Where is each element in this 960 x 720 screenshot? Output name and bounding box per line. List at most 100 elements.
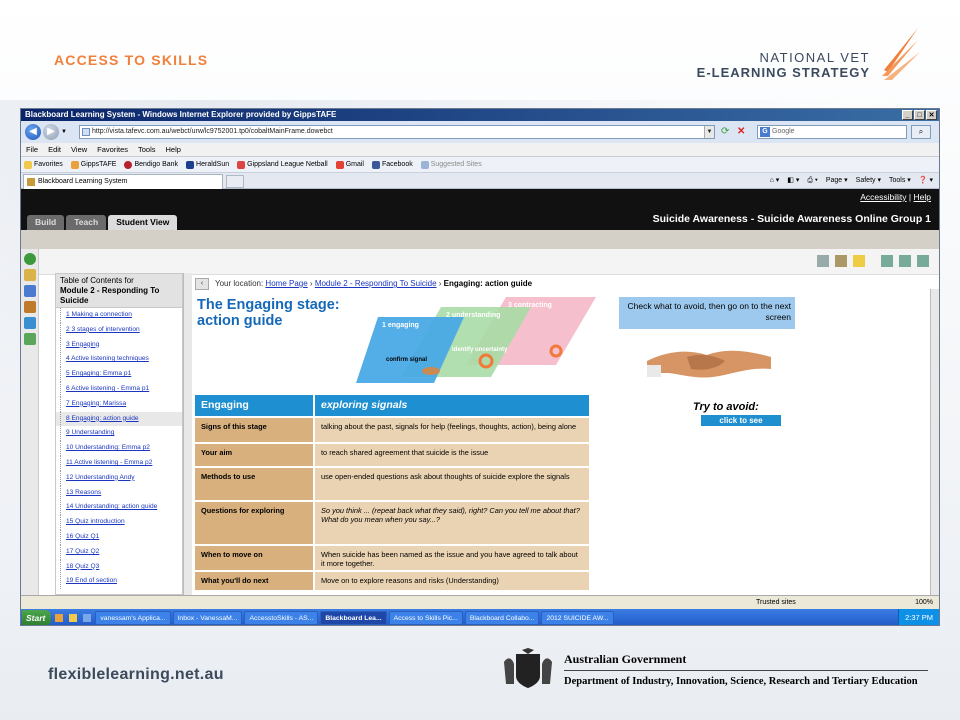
favorites-label: Favorites: [34, 160, 63, 168]
home-icon[interactable]: ⌂ ▾: [770, 175, 780, 187]
nvet-line1: NATIONAL VET: [759, 50, 870, 65]
content-icon[interactable]: [24, 301, 36, 313]
quicklaunch-desktop-icon[interactable]: [83, 614, 92, 622]
search-input[interactable]: G Google: [757, 125, 907, 139]
maximize-button[interactable]: □: [914, 110, 925, 120]
help-link[interactable]: Help: [914, 192, 931, 202]
feeds-icon[interactable]: ◧ ▾: [787, 175, 799, 187]
toc-item[interactable]: 9 Understanding: [56, 426, 182, 442]
toc-item[interactable]: 3 Engaging: [56, 337, 182, 353]
new-tab-button[interactable]: [226, 175, 244, 188]
taskbar-button-active[interactable]: Blackboard Lea...: [320, 611, 387, 625]
suggested-icon: [420, 160, 429, 169]
fav-facebook[interactable]: Facebook: [371, 157, 413, 173]
page-scrollbar[interactable]: [930, 289, 939, 595]
breadcrumb-current: Engaging: action guide: [443, 279, 533, 288]
help-icon[interactable]: ❓ ▾: [919, 175, 933, 187]
toc-scrollbar[interactable]: [183, 273, 192, 595]
fav-gmail[interactable]: Gmail: [335, 157, 364, 173]
taskbar-button[interactable]: Blackboard Collabo...: [464, 611, 540, 625]
accessibility-link[interactable]: Accessibility: [860, 192, 906, 202]
back-button[interactable]: ◀: [25, 124, 41, 140]
window-title: Blackboard Learning System - Windows Int…: [25, 110, 337, 119]
refresh-icon[interactable]: ⟳: [721, 126, 733, 138]
bookmark-icon[interactable]: [835, 255, 847, 267]
toc-item[interactable]: 19 End of section: [56, 574, 182, 590]
tab-teach[interactable]: Teach: [66, 215, 107, 230]
toc-item[interactable]: 4 Active listening techniques: [56, 352, 182, 368]
fav-suggested[interactable]: Suggested Sites: [420, 157, 482, 173]
breadcrumb-home[interactable]: Home Page: [265, 279, 307, 288]
taskbar-button[interactable]: Inbox - VanessaM...: [172, 611, 243, 625]
home-tool-icon[interactable]: [24, 269, 36, 281]
quicklaunch-ie-icon[interactable]: [55, 614, 64, 622]
tab-build[interactable]: Build: [27, 215, 65, 230]
breadcrumb-module[interactable]: Module 2 - Responding To Suicide: [315, 279, 437, 288]
tools-icon[interactable]: [24, 333, 36, 345]
prev-page-icon[interactable]: [881, 255, 893, 267]
navigation-icon[interactable]: [24, 285, 36, 297]
toc-item[interactable]: 17 Quiz Q2: [56, 544, 182, 560]
page-menu[interactable]: Page ▾: [826, 175, 848, 187]
clock[interactable]: 2:37 PM: [905, 613, 933, 622]
toc-item[interactable]: 12 Understanding Andy: [56, 470, 182, 486]
course-home-icon[interactable]: [24, 253, 36, 265]
history-dropdown-icon[interactable]: ▼: [61, 129, 67, 135]
toc-item[interactable]: 5 Engaging: Emma p1: [56, 367, 182, 382]
click-to-see-button[interactable]: click to see: [701, 415, 781, 426]
tab-student-view[interactable]: Student View: [108, 215, 178, 230]
menu-favorites[interactable]: Favorites: [97, 143, 128, 156]
address-dropdown-icon[interactable]: ▼: [704, 126, 714, 138]
mail-icon[interactable]: [24, 317, 36, 329]
safety-menu[interactable]: Safety ▾: [856, 175, 881, 187]
toc-item[interactable]: 7 Engaging: Marissa: [56, 396, 182, 412]
fav-bendigo[interactable]: Bendigo Bank: [124, 157, 178, 173]
menu-edit[interactable]: Edit: [48, 143, 61, 156]
toc-item[interactable]: 14 Understanding: action guide: [56, 500, 182, 516]
tools-menu[interactable]: Tools ▾: [889, 175, 911, 187]
row-label: Signs of this stage: [195, 418, 315, 442]
browser-tab[interactable]: Blackboard Learning System: [23, 174, 223, 189]
search-button[interactable]: ⌕: [911, 125, 931, 139]
address-bar[interactable]: http://vista.tafevc.com.au/webct/urw/lc9…: [79, 125, 715, 139]
minimize-button[interactable]: _: [902, 110, 913, 120]
toc-item[interactable]: 15 Quiz introduction: [56, 515, 182, 530]
toc-item-current[interactable]: 8 Engaging: action guide: [56, 411, 182, 427]
fav-netball[interactable]: Gippsland League Netball: [237, 157, 328, 173]
menu-help[interactable]: Help: [166, 143, 181, 156]
menu-tools[interactable]: Tools: [138, 143, 156, 156]
fav-heraldsun[interactable]: HeraldSun: [186, 157, 229, 173]
zoom-level[interactable]: 100%: [915, 596, 933, 609]
notes-icon[interactable]: [853, 255, 865, 267]
fav-netball-label: Gippsland League Netball: [247, 160, 328, 168]
start-button[interactable]: Start: [22, 610, 52, 625]
back-arrow-button[interactable]: ‹: [195, 278, 209, 290]
favorites-button[interactable]: Favorites: [24, 157, 63, 173]
menu-file[interactable]: File: [26, 143, 38, 156]
taskbar-button[interactable]: vanessam's Applica...: [95, 611, 171, 625]
taskbar-button[interactable]: 2012 SUICIDE AW...: [541, 611, 614, 625]
forward-button[interactable]: ▶: [43, 124, 59, 140]
toc-item[interactable]: 10 Understanding: Emma p2: [56, 441, 182, 456]
toc-item[interactable]: 18 Quiz Q3: [56, 559, 182, 575]
fav-gippstafe[interactable]: GippsTAFE: [70, 157, 116, 173]
toc-item[interactable]: 11 Active listening - Emma p2: [56, 455, 182, 471]
toc-item[interactable]: 16 Quiz Q1: [56, 529, 182, 545]
menu-view[interactable]: View: [71, 143, 87, 156]
content-toolbar: [39, 249, 939, 275]
close-button[interactable]: ✕: [926, 110, 937, 120]
toc-item[interactable]: 1 Making a connection: [56, 308, 182, 323]
taskbar-button[interactable]: Access to Skills Pic...: [388, 611, 463, 625]
toc-item[interactable]: 2 3 stages of intervention: [56, 322, 182, 338]
next-page-icon[interactable]: [899, 255, 911, 267]
row-label: Your aim: [195, 444, 315, 466]
refresh-page-icon[interactable]: [917, 255, 929, 267]
print-icon[interactable]: ⎙ ▾: [807, 175, 818, 187]
quicklaunch-outlook-icon[interactable]: [69, 614, 78, 622]
toc-header: Table of Contents for Module 2 - Respond…: [56, 274, 182, 308]
stop-icon[interactable]: ✕: [737, 126, 749, 138]
taskbar-button[interactable]: AccesstoSkills - AS...: [244, 611, 319, 625]
toc-item[interactable]: 6 Active listening - Emma p1: [56, 381, 182, 397]
print-tool-icon[interactable]: [817, 255, 829, 267]
toc-item[interactable]: 13 Reasons: [56, 485, 182, 501]
